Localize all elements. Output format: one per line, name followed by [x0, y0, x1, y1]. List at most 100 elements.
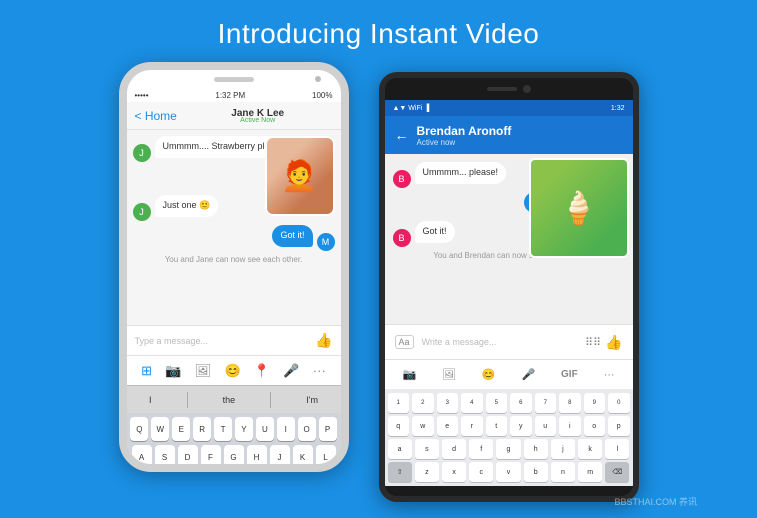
android-key-j[interactable]: j [551, 439, 575, 459]
key-D[interactable]: D [178, 445, 198, 469]
key-F[interactable]: F [201, 445, 221, 469]
iphone-message-input[interactable]: Type a message... [135, 336, 316, 346]
camera-icon[interactable]: 📷 [165, 363, 181, 379]
android-key-h[interactable]: h [524, 439, 548, 459]
android-key-8[interactable]: 8 [559, 393, 581, 413]
android-key-backspace[interactable]: ⌫ [605, 462, 629, 482]
android-key-y[interactable]: y [510, 416, 532, 436]
android-key-v[interactable]: v [496, 462, 520, 482]
android-key-r[interactable]: r [461, 416, 483, 436]
android-key-f[interactable]: f [469, 439, 493, 459]
android-key-1[interactable]: 1 [388, 393, 410, 413]
key-T[interactable]: T [214, 417, 232, 441]
android-key-u[interactable]: u [535, 416, 557, 436]
mic-icon[interactable]: 🎤 [283, 363, 299, 379]
more-icon[interactable]: ··· [313, 363, 326, 378]
bubble-sent-2: Got it! [272, 225, 312, 247]
iphone-input-area[interactable]: Type a message... 👍 [127, 325, 341, 355]
key-Q[interactable]: Q [130, 417, 148, 441]
android-key-p[interactable]: p [608, 416, 630, 436]
android-key-z[interactable]: z [415, 462, 439, 482]
android-key-c[interactable]: c [469, 462, 493, 482]
android-key-m[interactable]: m [578, 462, 602, 482]
android-key-4[interactable]: 4 [461, 393, 483, 413]
iphone-autocomplete-bar: I the I'm [127, 385, 341, 413]
location-icon[interactable]: 📍 [254, 363, 270, 379]
key-S[interactable]: S [155, 445, 175, 469]
photo-icon[interactable]: 🖼 [195, 363, 212, 379]
key-L[interactable]: L [316, 445, 336, 469]
android-thumb-icon[interactable]: 👍 [605, 334, 622, 351]
android-key-n[interactable]: n [551, 462, 575, 482]
iphone-back-button[interactable]: < Home [135, 109, 177, 123]
android-key-e[interactable]: e [437, 416, 459, 436]
watermark: BBSTHAI.COM 养讯 [614, 495, 697, 508]
android-key-a[interactable]: a [388, 439, 412, 459]
android-mic-toolbar-icon[interactable]: 🎤 [521, 368, 535, 381]
key-U[interactable]: U [256, 417, 274, 441]
key-O[interactable]: O [298, 417, 316, 441]
android-input-area[interactable]: Aa Write a message... ⠿⠿ 👍 [385, 324, 633, 359]
key-A[interactable]: A [132, 445, 152, 469]
key-E[interactable]: E [172, 417, 190, 441]
android-key-x[interactable]: x [442, 462, 466, 482]
android-key-7[interactable]: 7 [535, 393, 557, 413]
android-key-0[interactable]: 0 [608, 393, 630, 413]
android-aa-label: Aa [395, 335, 414, 349]
key-H[interactable]: H [247, 445, 267, 469]
key-I[interactable]: I [277, 417, 295, 441]
android-key-q[interactable]: q [388, 416, 410, 436]
android-key-o[interactable]: o [584, 416, 606, 436]
android-key-6[interactable]: 6 [510, 393, 532, 413]
iphone-battery: 100% [312, 91, 332, 100]
android-key-b[interactable]: b [524, 462, 548, 482]
android-key-w[interactable]: w [412, 416, 434, 436]
iphone-status-bar: ••••• 1:32 PM 100% [127, 88, 341, 102]
android-avatar-1: B [393, 170, 411, 188]
key-R[interactable]: R [193, 417, 211, 441]
key-W[interactable]: W [151, 417, 169, 441]
android-key-l[interactable]: l [605, 439, 629, 459]
android-key-i[interactable]: i [559, 416, 581, 436]
emoji-icon[interactable]: 😊 [224, 363, 240, 379]
key-P[interactable]: P [319, 417, 337, 441]
android-key-s[interactable]: s [415, 439, 439, 459]
autocomplete-word-2[interactable]: the [213, 395, 246, 405]
android-contact-status: Active now [417, 138, 623, 147]
iphone-thumb-icon[interactable]: 👍 [315, 332, 332, 349]
android-key-d[interactable]: d [442, 439, 466, 459]
android-key-g[interactable]: g [496, 439, 520, 459]
android-message-input[interactable]: Write a message... [422, 337, 585, 347]
android-back-button[interactable]: ← [395, 127, 409, 143]
android-video-thumbnail[interactable]: 🍦 [529, 158, 629, 258]
android-key-2[interactable]: 2 [412, 393, 434, 413]
android-key-t[interactable]: t [486, 416, 508, 436]
android-key-shift[interactable]: ⇧ [388, 462, 412, 482]
avatar-sent: M [317, 233, 335, 251]
android-gif-toolbar-icon[interactable]: GIF [561, 369, 578, 380]
android-bubble-received-1: Ummmm... please! [415, 162, 507, 184]
person-icon: 🧑‍🦰 [281, 159, 318, 194]
iphone-video-thumbnail[interactable]: 🧑‍🦰 [265, 136, 335, 216]
iphone-contact-status: Active Now [183, 117, 333, 124]
android-key-k[interactable]: k [578, 439, 602, 459]
iphone-notch [127, 70, 341, 88]
key-Y[interactable]: Y [235, 417, 253, 441]
see-each-other-notice: You and Jane can now see each other. [133, 255, 335, 264]
android-emoji-toolbar-icon[interactable]: 😊 [482, 368, 496, 381]
android-dots-icon: ⠿⠿ [585, 336, 601, 349]
apps-icon[interactable]: ⊞ [141, 363, 152, 379]
android-camera-toolbar-icon[interactable]: 📷 [402, 368, 416, 381]
iphone-toolbar: ⊞ 📷 🖼 😊 📍 🎤 ··· [127, 355, 341, 385]
autocomplete-word-1[interactable]: I [139, 395, 162, 405]
key-G[interactable]: G [224, 445, 244, 469]
android-key-5[interactable]: 5 [486, 393, 508, 413]
autocomplete-word-3[interactable]: I'm [296, 395, 328, 405]
android-num-row: 1 2 3 4 5 6 7 8 9 0 [388, 393, 630, 413]
android-key-9[interactable]: 9 [584, 393, 606, 413]
key-J[interactable]: J [270, 445, 290, 469]
android-more-toolbar-icon[interactable]: ··· [604, 369, 615, 381]
key-K[interactable]: K [293, 445, 313, 469]
android-photo-toolbar-icon[interactable]: 🖼 [442, 368, 456, 381]
android-key-3[interactable]: 3 [437, 393, 459, 413]
